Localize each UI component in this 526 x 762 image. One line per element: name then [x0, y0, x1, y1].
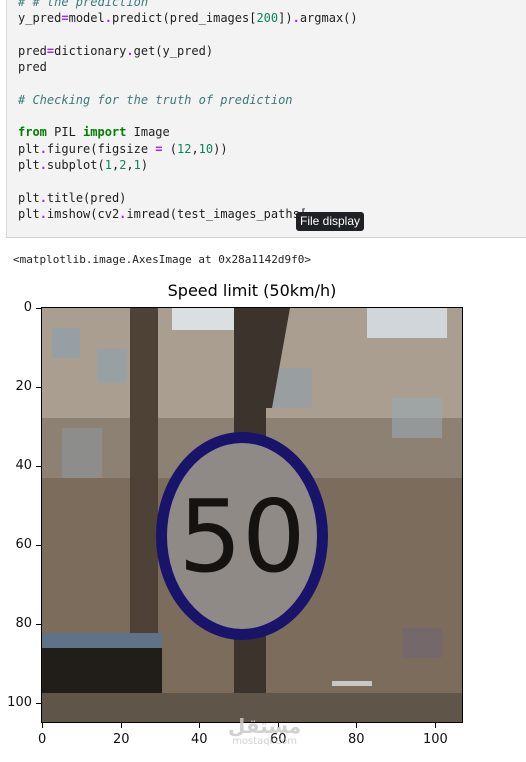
code-token: .: [39, 190, 47, 205]
y-tick-label: 40: [15, 458, 32, 473]
cell-output-text: <matplotlib.image.AxesImage at 0x28a1142…: [13, 253, 312, 266]
y-tick-label: 0: [23, 300, 32, 315]
code-line: plt.title(pred): [18, 190, 358, 206]
code-token: 1: [104, 157, 112, 172]
watermark: مستقل mostaql.com: [228, 715, 301, 747]
code-token: title(pred): [46, 190, 127, 205]
y-tick-label: 100: [7, 695, 32, 710]
code-token: plt: [18, 141, 40, 156]
x-tick: [121, 723, 122, 728]
code-line: from PIL import Image: [18, 124, 358, 140]
y-tick: [36, 703, 41, 704]
code-token: ]): [278, 11, 293, 26]
code-token: predict(pred_images[: [111, 11, 257, 26]
y-tick-label: 80: [15, 616, 32, 631]
code-token: ,: [126, 157, 134, 172]
code-token: 12: [176, 141, 192, 156]
code-line: # # the prediction: [18, 0, 358, 10]
x-tick-label: 100: [423, 732, 448, 747]
code-token: from: [18, 125, 47, 140]
y-tick: [36, 624, 41, 625]
code-cell[interactable]: # # the prediction y_pred=model.predict(p…: [6, 0, 526, 238]
code-token: .: [292, 11, 300, 26]
file-display-tooltip: File display: [296, 212, 365, 231]
x-tick-label: 40: [191, 732, 208, 747]
x-tick: [42, 723, 43, 728]
code-line: # Checking for the truth of prediction: [18, 92, 358, 108]
x-tick-label: 20: [113, 732, 130, 747]
code-token: imshow(cv2: [46, 206, 120, 221]
x-tick: [199, 723, 200, 728]
code-line: plt.figure(figsize = (12,10)): [18, 141, 358, 157]
y-tick: [36, 545, 41, 546]
y-tick: [36, 466, 41, 467]
code-token: .: [39, 141, 47, 156]
code-token: .: [39, 206, 47, 221]
code-token: plt: [18, 157, 40, 172]
code-token: plt: [18, 190, 40, 205]
sign-number: 50: [178, 478, 305, 595]
code-token: )): [213, 141, 228, 156]
code-token: plt: [18, 206, 40, 221]
code-token: imread(test_images_paths[: [126, 206, 308, 221]
x-tick: [356, 723, 357, 728]
code-token: y_pred: [18, 11, 62, 26]
code-token: pred: [18, 43, 47, 58]
code-token: 200: [256, 11, 279, 26]
code-token: # # the prediction: [18, 0, 149, 9]
x-tick-label: 0: [38, 732, 47, 747]
code-line: y_pred=model.predict(pred_images[200]).a…: [18, 10, 358, 26]
x-tick: [435, 723, 436, 728]
code-token: ,: [191, 141, 199, 156]
code-token: import: [83, 125, 127, 140]
plot-title: Speed limit (50km/h): [167, 281, 337, 300]
matplotlib-figure: Speed limit (50km/h) 50 0 20 40 60 80 10…: [0, 275, 526, 762]
watermark-arabic: مستقل: [228, 714, 302, 738]
x-tick-label: 80: [348, 732, 365, 747]
code-token: ): [140, 157, 149, 172]
code-token: subplot(: [46, 157, 105, 172]
y-tick: [36, 308, 41, 309]
code-token: PIL: [46, 125, 84, 140]
code-token: 1: [133, 157, 141, 172]
code-token: (: [162, 141, 177, 156]
code-token: =: [155, 141, 163, 156]
code-token: get(y_pred): [133, 43, 214, 58]
code-token: Image: [126, 125, 170, 140]
y-tick-label: 60: [15, 537, 32, 552]
image-axes: 50: [41, 307, 463, 723]
code-token: dictionary: [54, 43, 127, 58]
code-token: 10: [198, 141, 214, 156]
code-token: pred: [18, 60, 47, 75]
traffic-sign-image: 50: [42, 308, 462, 722]
y-tick-label: 20: [15, 379, 32, 394]
code-token: .: [39, 157, 47, 172]
code-line: pred: [18, 59, 358, 75]
code-token: argmax(): [299, 11, 358, 26]
code-token: model: [68, 11, 105, 26]
code-token: =: [61, 11, 69, 26]
code-token: figure(figsize: [46, 141, 156, 156]
code-editor[interactable]: # # the prediction y_pred=model.predict(p…: [18, 0, 358, 222]
code-line: pred=dictionary.get(y_pred): [18, 43, 358, 59]
code-token: .: [104, 11, 112, 26]
code-token: # Checking for the truth of prediction: [18, 92, 293, 107]
code-line: plt.subplot(1,2,1): [18, 157, 358, 173]
y-tick: [36, 387, 41, 388]
watermark-latin: mostaql.com: [232, 736, 297, 747]
code-token: .: [126, 43, 134, 58]
